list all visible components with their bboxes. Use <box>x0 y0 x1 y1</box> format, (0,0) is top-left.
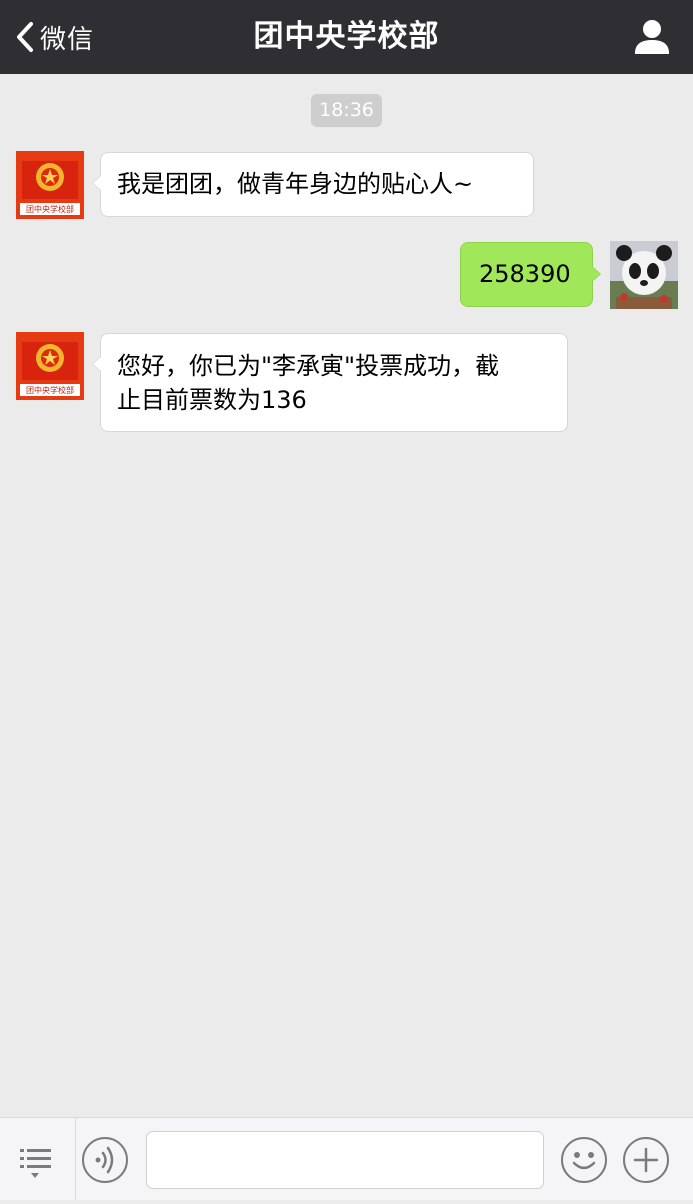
voice-icon <box>95 1146 114 1174</box>
avatar-caption: 团中央学校部 <box>26 385 74 395</box>
panda-photo-icon <box>610 241 678 309</box>
more-button[interactable] <box>623 1137 669 1183</box>
message-input[interactable] <box>146 1131 544 1189</box>
chat-title: 团中央学校部 <box>253 19 440 54</box>
message-text: 我是团团，做青年身边的贴心人~ <box>117 170 474 198</box>
menu-toggle-button[interactable] <box>0 1118 76 1200</box>
plus-icon <box>633 1147 659 1173</box>
profile-button[interactable] <box>633 17 671 57</box>
youth-league-emblem-icon: 团中央学校部 <box>16 332 84 400</box>
message-text-line: 止目前票数为136 <box>117 386 307 414</box>
sender-avatar[interactable]: 团中央学校部 <box>16 151 84 219</box>
avatar-caption: 团中央学校部 <box>26 204 74 214</box>
voice-button[interactable] <box>82 1137 128 1183</box>
emoji-button[interactable] <box>561 1137 607 1183</box>
top-navigation-bar: 微信 团中央学校部 <box>0 0 693 74</box>
self-avatar[interactable] <box>610 241 678 309</box>
received-message-bubble[interactable]: 我是团团，做青年身边的贴心人~ <box>92 152 534 217</box>
list-menu-icon <box>20 1149 51 1178</box>
sender-avatar[interactable]: 团中央学校部 <box>16 332 84 400</box>
smiley-icon <box>572 1152 596 1170</box>
youth-league-emblem-icon: 团中央学校部 <box>16 151 84 219</box>
person-icon <box>635 20 669 54</box>
received-message-bubble[interactable]: 您好，你已为"李承寅"投票成功，截 止目前票数为136 <box>92 333 568 432</box>
sent-message-bubble[interactable]: 258390 <box>460 242 601 307</box>
timestamp-badge: 18:36 <box>311 94 382 127</box>
message-text: 258390 <box>479 260 571 288</box>
message-text-line: 您好，你已为"李承寅"投票成功，截 <box>117 352 500 380</box>
input-toolbar <box>0 1117 693 1200</box>
